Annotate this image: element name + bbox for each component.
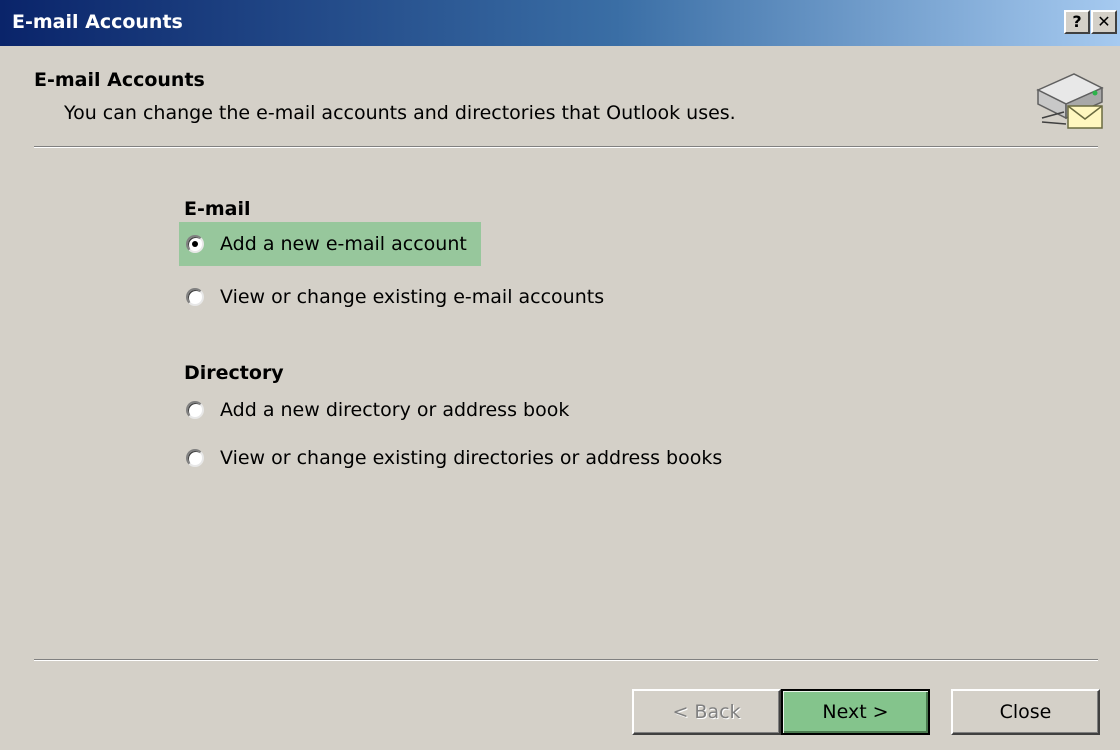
radio-icon[interactable] [186,401,204,419]
radio-selected-icon[interactable] [186,235,204,253]
header-separator [34,146,1098,148]
view-directories-option[interactable]: View or change existing directories or a… [186,444,722,472]
page-subtitle: You can change the e-mail accounts and d… [64,102,736,124]
window-title: E-mail Accounts [12,11,183,33]
view-email-accounts-option[interactable]: View or change existing e-mail accounts [186,283,604,311]
window-close-button[interactable]: ✕ [1091,10,1117,34]
help-icon: ? [1072,12,1082,31]
directory-group-label: Directory [184,362,284,384]
email-group-label: E-mail [184,198,251,220]
add-email-account-option[interactable]: Add a new e-mail account [179,222,481,266]
footer-separator [34,659,1098,661]
help-button[interactable]: ? [1064,10,1090,34]
add-directory-option[interactable]: Add a new directory or address book [186,396,569,424]
radio-icon[interactable] [186,449,204,467]
title-bar[interactable]: E-mail Accounts ? ✕ [0,0,1120,46]
radio-icon[interactable] [186,288,204,306]
close-icon: ✕ [1097,12,1111,31]
option-label: View or change existing e-mail accounts [220,286,605,308]
page-title: E-mail Accounts [34,69,205,91]
option-label: View or change existing directories or a… [220,447,723,469]
back-button[interactable]: < Back [632,689,781,735]
option-label: Add a new directory or address book [220,399,570,421]
next-button[interactable]: Next > [781,689,930,735]
mail-server-icon [1036,73,1104,129]
email-accounts-dialog: E-mail Accounts ? ✕ E-mail Accounts You … [0,0,1120,750]
option-label: Add a new e-mail account [220,233,467,255]
close-button[interactable]: Close [951,689,1100,735]
